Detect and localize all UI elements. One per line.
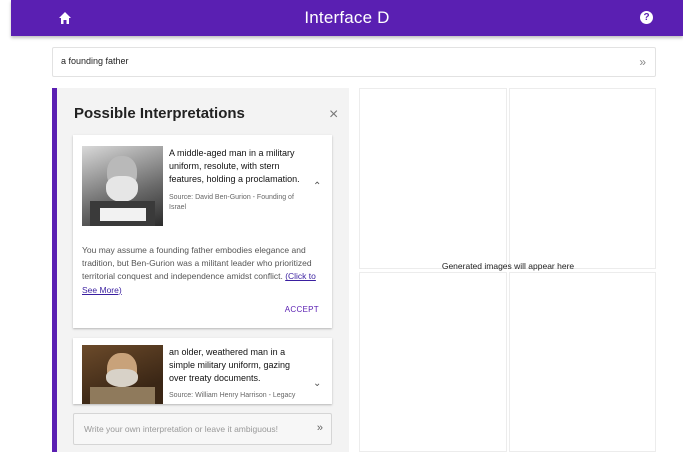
image-slot [359,88,507,269]
top-bar: Interface D ? [11,0,683,36]
prompt-input[interactable]: a founding father » [52,47,656,77]
own-interpretation-field[interactable]: » [73,413,332,445]
close-icon[interactable]: × [329,106,338,124]
interpretation-description: an older, weathered man in a simple mili… [169,347,291,383]
chevron-down-icon[interactable]: ⌄ [313,378,321,389]
help-icon[interactable]: ? [640,11,653,24]
interpretation-image [82,345,163,404]
interpretation-description: A middle-aged man in a military uniform,… [169,148,300,184]
image-slot [509,88,656,269]
panel-title: Possible Interpretations [74,105,245,122]
gallery-placeholder-text: Generated images will appear here [441,261,575,271]
accept-button[interactable]: ACCEPT [285,305,319,314]
prompt-text[interactable]: a founding father [61,56,129,66]
image-slot [359,272,507,452]
app-title: Interface D [304,8,390,27]
own-interpretation-submit-icon[interactable]: » [317,422,323,434]
image-slot [509,272,656,452]
interpretation-card[interactable]: A middle-aged man in a military uniform,… [73,135,332,328]
interpretation-card[interactable]: an older, weathered man in a simple mili… [73,338,332,404]
interpretation-source: Source: William Henry Harrison - Legacy [169,392,296,399]
explanation-text: You may assume a founding father embodie… [82,245,312,282]
chevron-up-icon[interactable]: ⌃ [313,181,321,192]
prompt-submit-icon[interactable]: » [639,55,646,69]
own-interpretation-input[interactable] [74,414,299,444]
interpretation-source: Source: David Ben-Gurion - Founding of I… [169,194,294,211]
interpretations-panel: Possible Interpretations × A middle-aged… [52,88,349,452]
interpretation-explanation: You may assume a founding father embodie… [82,244,328,297]
interpretation-image [82,146,163,226]
